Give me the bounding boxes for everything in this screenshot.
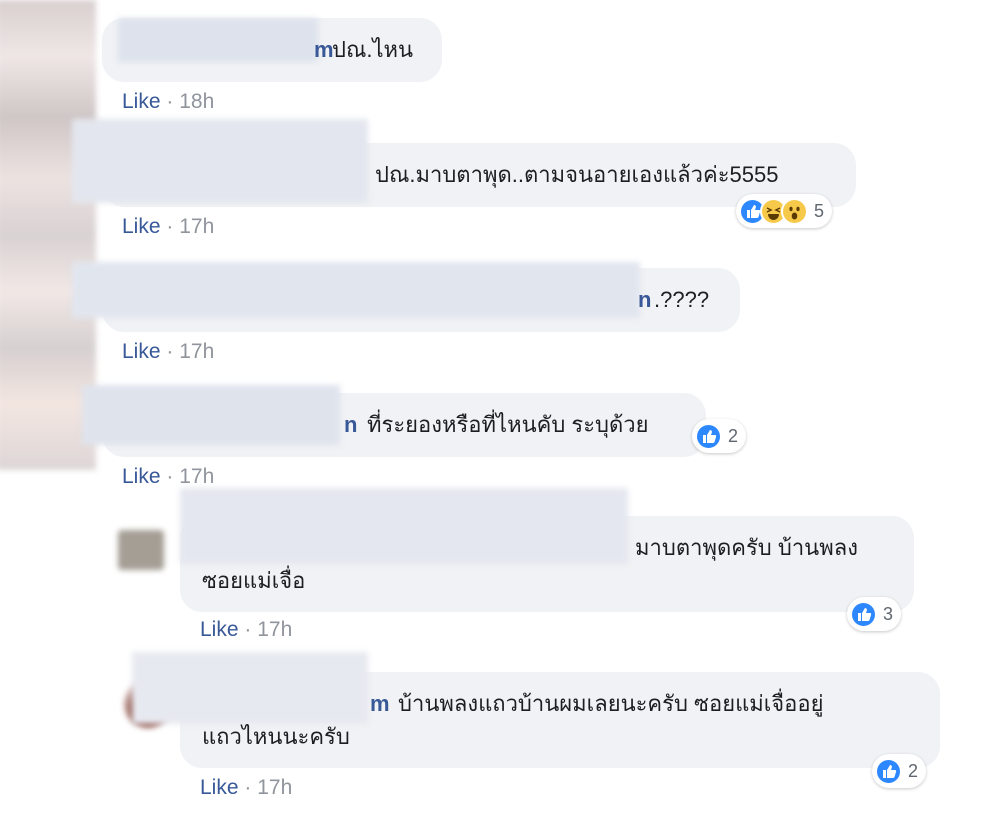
meta-separator: · xyxy=(166,90,174,113)
meta-separator: · xyxy=(166,340,174,363)
reply-text-line-2: ซอยแม่เจื่อ xyxy=(202,568,306,593)
like-link[interactable]: Like xyxy=(122,215,161,238)
like-reaction-icon xyxy=(695,422,722,450)
comment-bubble: n .???? xyxy=(72,262,740,332)
like-reaction-icon xyxy=(875,757,902,785)
reply-text-line-1: มาบตาพุดครับ บ้านพลง xyxy=(635,535,858,560)
reply-text-line-2: แถวไหนนะครับ xyxy=(202,724,350,749)
comment-timestamp[interactable]: 17h xyxy=(179,340,214,363)
blurred-commenter-name[interactable] xyxy=(82,385,340,445)
reply-meta: Like · 17h xyxy=(200,618,292,642)
meta-separator: · xyxy=(166,465,174,488)
like-link[interactable]: Like xyxy=(122,90,161,113)
meta-separator: · xyxy=(244,776,252,799)
like-link[interactable]: Like xyxy=(200,776,239,799)
comment-text: ที่ระยองหรือที่ไหนคับ ระบุด้วย xyxy=(367,412,649,437)
like-reaction-icon xyxy=(850,600,877,628)
comment-text: .???? xyxy=(654,287,710,312)
commenter-name-suffix[interactable]: n xyxy=(344,410,357,440)
reaction-count: 3 xyxy=(883,603,894,624)
reply-bubble: มาบตาพุดครับ บ้านพลง ซอยแม่เจื่อ xyxy=(180,488,914,612)
reaction-summary[interactable]: 2 xyxy=(692,419,747,453)
comment-text: ปณ.ไหน xyxy=(332,37,414,62)
like-link[interactable]: Like xyxy=(122,340,161,363)
reaction-summary[interactable]: 5 xyxy=(736,194,833,228)
reply-text-line-1: บ้านพลงแถวบ้านผมเลยนะครับ ซอยแม่เจื่ออยู… xyxy=(398,691,824,716)
comment-timestamp[interactable]: 18h xyxy=(179,90,214,113)
reaction-count: 5 xyxy=(814,200,825,221)
blurred-commenter-name[interactable] xyxy=(132,652,368,724)
reaction-summary[interactable]: 2 xyxy=(872,754,927,788)
comment-bubble: m ปณ.ไหน xyxy=(102,18,442,82)
reply-timestamp[interactable]: 17h xyxy=(257,776,292,799)
comment-timestamp[interactable]: 17h xyxy=(179,465,214,488)
commenter-name-suffix[interactable]: m xyxy=(314,35,334,65)
blurred-commenter-name[interactable] xyxy=(180,488,628,564)
comment-meta: Like · 18h xyxy=(122,90,214,114)
reaction-count: 2 xyxy=(908,760,919,781)
comment-meta: Like · 17h xyxy=(122,215,214,239)
reply-timestamp[interactable]: 17h xyxy=(257,618,292,641)
commenter-name-suffix[interactable]: m xyxy=(370,689,390,719)
reply-bubble: m บ้านพลงแถวบ้านผมเลยนะครับ ซอยแม่เจื่ออ… xyxy=(132,652,940,768)
like-link[interactable]: Like xyxy=(122,465,161,488)
like-link[interactable]: Like xyxy=(200,618,239,641)
reply-avatar[interactable] xyxy=(118,530,164,570)
comment-text: ปณ.มาบตาพุด..ตามจนอายเองแล้วค่ะ5555 xyxy=(375,162,779,187)
reaction-summary[interactable]: 3 xyxy=(847,597,902,631)
blurred-commenter-name[interactable] xyxy=(72,119,368,203)
reaction-count: 2 xyxy=(728,425,739,446)
meta-separator: · xyxy=(166,215,174,238)
wow-reaction-icon xyxy=(781,197,808,225)
blurred-commenter-name[interactable] xyxy=(118,18,318,62)
blurred-commenter-name[interactable] xyxy=(72,262,640,318)
meta-separator: · xyxy=(244,618,252,641)
commenter-name-suffix[interactable]: n xyxy=(638,285,651,315)
comment-timestamp[interactable]: 17h xyxy=(179,215,214,238)
comment-meta: Like · 17h xyxy=(122,465,214,489)
comment-meta: Like · 17h xyxy=(122,340,214,364)
comment-bubble: n ที่ระยองหรือที่ไหนคับ ระบุด้วย xyxy=(82,385,706,457)
reply-meta: Like · 17h xyxy=(200,776,292,800)
